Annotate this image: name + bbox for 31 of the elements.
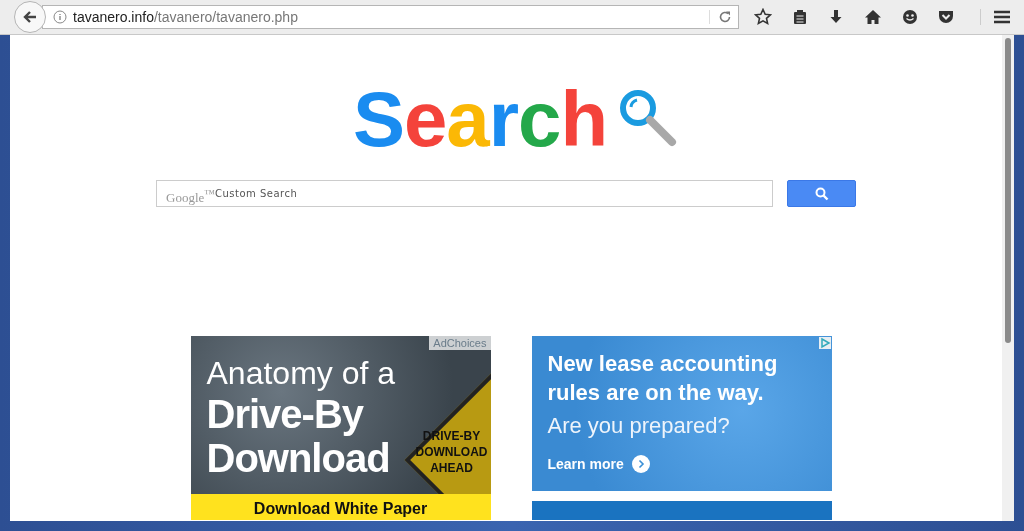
scrollbar[interactable] bbox=[1002, 35, 1014, 521]
clipboard-icon[interactable] bbox=[792, 9, 808, 25]
star-icon[interactable] bbox=[754, 8, 772, 26]
smiley-icon[interactable] bbox=[902, 9, 918, 25]
sign-text: AHEAD bbox=[430, 460, 473, 476]
ad-headline: Anatomy of a bbox=[206, 354, 396, 392]
ad-footer-button[interactable]: Download White Paper bbox=[190, 494, 491, 520]
home-icon[interactable] bbox=[864, 9, 882, 25]
search-logo: Search bbox=[352, 79, 608, 159]
sign-text: DOWNLOAD bbox=[415, 444, 488, 460]
adchoices-link[interactable]: AdChoices bbox=[429, 336, 491, 350]
back-button[interactable] bbox=[14, 1, 46, 33]
back-arrow-icon bbox=[22, 9, 38, 25]
download-icon[interactable] bbox=[828, 9, 844, 25]
pocket-icon[interactable] bbox=[938, 9, 954, 25]
google-brand-text: Google$^{™}$ bbox=[166, 186, 215, 207]
ad-headline: Drive-By bbox=[206, 392, 365, 436]
search-icon bbox=[814, 186, 829, 201]
ad-subheadline: Are you prepared? bbox=[547, 413, 731, 439]
advertisement-banner[interactable]: New lease accounting rules are on the way. Are you prepared? Learn more bbox=[531, 336, 832, 520]
menu-icon[interactable] bbox=[980, 9, 1011, 25]
ad-headline: New lease accounting rules are on the way. bbox=[547, 350, 779, 407]
chevron-icon bbox=[631, 455, 650, 473]
ad-headline: Download bbox=[206, 436, 391, 480]
learn-more-link[interactable]: Learn more bbox=[547, 455, 816, 473]
url-text: tavanero.info/tavanero/tavanero.php bbox=[73, 9, 299, 25]
search-button[interactable] bbox=[787, 180, 856, 207]
adchoices-icon[interactable] bbox=[818, 337, 831, 349]
reload-icon[interactable] bbox=[709, 10, 732, 24]
address-bar[interactable]: tavanero.info/tavanero/tavanero.php bbox=[42, 5, 739, 29]
info-icon[interactable] bbox=[53, 10, 67, 24]
